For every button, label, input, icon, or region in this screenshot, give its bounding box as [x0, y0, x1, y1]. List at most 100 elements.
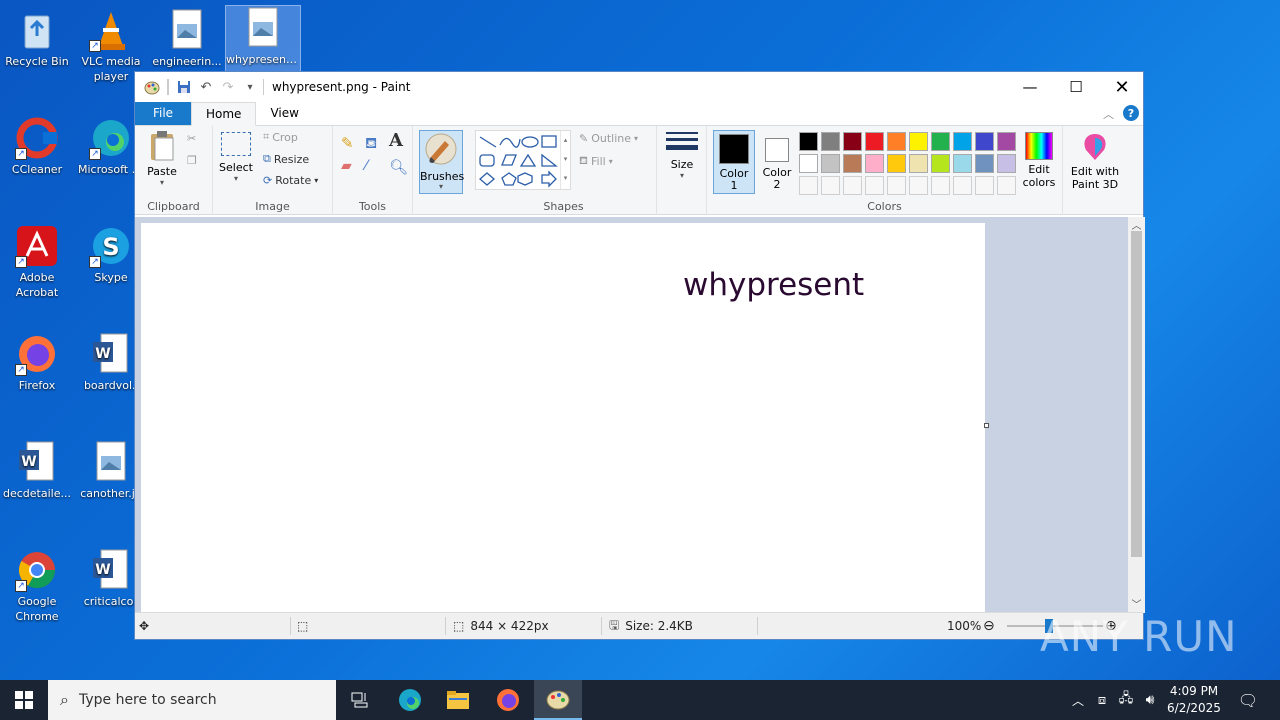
resize-button[interactable]: ⧉ Resize — [263, 152, 309, 166]
palette-swatch[interactable] — [887, 154, 906, 173]
palette-swatch[interactable] — [843, 132, 862, 151]
palette-swatch[interactable] — [799, 154, 818, 173]
tab-home[interactable]: Home — [191, 102, 257, 126]
palette-swatch[interactable] — [865, 154, 884, 173]
custom-color-slot[interactable] — [821, 176, 840, 195]
taskbar-search-box[interactable]: ⌕ Type here to search — [48, 680, 336, 720]
vertical-scrollbar[interactable]: ︿ ﹀ — [1128, 217, 1145, 613]
scroll-down-arrow-icon[interactable]: ﹀ — [1128, 596, 1145, 611]
palette-swatch[interactable] — [909, 132, 928, 151]
customize-quick-access-icon[interactable]: ▾ — [239, 76, 261, 98]
custom-color-slot[interactable] — [997, 176, 1016, 195]
brushes-button[interactable]: Brushes ▾ — [419, 130, 464, 194]
desktop-icon-decdetailed[interactable]: W decdetaile... — [0, 440, 74, 501]
show-hidden-icons-icon[interactable]: ︿ — [1066, 680, 1090, 720]
palette-swatch[interactable] — [931, 154, 950, 173]
custom-color-slot[interactable] — [931, 176, 950, 195]
scroll-thumb[interactable] — [1131, 231, 1142, 557]
tab-view[interactable]: View — [256, 101, 312, 125]
eraser-icon[interactable]: ▰ — [341, 158, 352, 174]
palette-swatch[interactable] — [953, 154, 972, 173]
tab-file[interactable]: File — [135, 101, 191, 125]
fill-bucket-icon[interactable]: ⛾ — [365, 134, 377, 154]
canvas-area: whypresent — [135, 217, 1128, 613]
network-icon[interactable]: 🖧︎ — [1114, 680, 1138, 720]
palette-swatch[interactable] — [997, 154, 1016, 173]
custom-color-slot[interactable] — [799, 176, 818, 195]
palette-swatch[interactable] — [975, 132, 994, 151]
custom-color-slot[interactable] — [975, 176, 994, 195]
canvas-resize-handle[interactable] — [984, 423, 989, 428]
volume-icon[interactable]: 🔊︎ — [1138, 680, 1162, 720]
minimize-button[interactable]: — — [1007, 72, 1053, 102]
paint-app-icon[interactable] — [141, 76, 163, 98]
drawing-canvas[interactable]: whypresent — [141, 223, 985, 613]
shapes-gallery[interactable]: ▴ ▾ ▾ — [475, 130, 571, 190]
scroll-up-arrow-icon[interactable]: ︿ — [1128, 217, 1145, 232]
palette-swatch[interactable] — [997, 132, 1016, 151]
undo-icon[interactable]: ↶ — [195, 76, 217, 98]
text-tool-icon[interactable]: A — [389, 130, 403, 151]
crop-button[interactable]: ⌗ Crop — [263, 130, 298, 144]
custom-color-slot[interactable] — [909, 176, 928, 195]
palette-swatch[interactable] — [909, 154, 928, 173]
firefox-taskbar-icon[interactable] — [484, 680, 532, 720]
image-file-icon — [241, 6, 285, 50]
edit-colors-button[interactable]: Edit colors — [1019, 132, 1059, 189]
palette-swatch[interactable] — [975, 154, 994, 173]
fill-button[interactable]: ⛾ Fill ▾ — [579, 154, 613, 169]
desktop-icon-adobe-acrobat[interactable]: ↗ Adobe Acrobat — [0, 224, 74, 300]
custom-color-slot[interactable] — [865, 176, 884, 195]
edit-with-paint3d-button[interactable]: Edit with Paint 3D — [1067, 132, 1123, 191]
pencil-icon[interactable]: ✎ — [341, 134, 354, 152]
desktop-icon-recycle-bin[interactable]: Recycle Bin — [0, 8, 74, 69]
palette-swatch[interactable] — [821, 154, 840, 173]
palette-swatch[interactable] — [931, 132, 950, 151]
paint-taskbar-icon[interactable] — [534, 680, 582, 720]
desktop-icon-ccleaner[interactable]: ↗ CCleaner — [0, 116, 74, 177]
paste-button[interactable]: Paste ▾ — [143, 130, 181, 190]
select-button[interactable]: Select ▾ — [219, 132, 253, 183]
palette-swatch[interactable] — [865, 132, 884, 151]
start-button[interactable] — [0, 680, 48, 720]
file-explorer-icon[interactable] — [434, 680, 482, 720]
device-icon[interactable]: ⧈ — [1090, 680, 1114, 720]
clock[interactable]: 4:09 PM 6/2/2025 — [1164, 683, 1224, 717]
close-button[interactable]: ✕ — [1099, 72, 1145, 102]
edge-taskbar-icon[interactable] — [386, 680, 434, 720]
redo-icon[interactable]: ↷ — [217, 76, 239, 98]
desktop-icon-engineering-image[interactable]: engineerin... — [150, 8, 224, 69]
size-button[interactable]: Size ▾ — [663, 132, 701, 180]
collapse-ribbon-icon[interactable]: ︿ — [1103, 103, 1123, 125]
rotate-button[interactable]: ⟳ Rotate ▾ — [263, 174, 318, 187]
help-icon[interactable]: ? — [1123, 105, 1139, 121]
zoom-out-icon[interactable]: ⊖ — [983, 613, 995, 639]
notifications-icon[interactable]: 🗨︎ — [1226, 680, 1270, 720]
copy-icon[interactable]: ❐ — [187, 154, 197, 167]
dimensions-icon: ⬚ — [453, 619, 465, 633]
palette-swatch[interactable] — [953, 132, 972, 151]
cursor-position-icon: ✥ — [139, 619, 150, 633]
save-icon[interactable] — [173, 76, 195, 98]
cut-icon[interactable]: ✂ — [187, 132, 196, 145]
magnifier-icon[interactable]: 🔍︎ — [389, 158, 408, 176]
zoom-level: 100% — [947, 619, 982, 633]
color-picker-icon[interactable]: ⁄ — [365, 158, 367, 174]
palette-swatch[interactable] — [821, 132, 840, 151]
task-view-icon[interactable] — [336, 680, 384, 720]
color2-button[interactable]: Color 2 — [757, 130, 797, 194]
palette-swatch[interactable] — [799, 132, 818, 151]
maximize-button[interactable]: ☐ — [1053, 72, 1099, 102]
color1-button[interactable]: Color 1 — [713, 130, 755, 194]
vlc-cone-icon: ↗ — [89, 8, 133, 52]
palette-swatch[interactable] — [887, 132, 906, 151]
desktop-icon-chrome[interactable]: ↗ Google Chrome — [0, 548, 74, 624]
outline-button[interactable]: ✎ Outline ▾ — [579, 132, 638, 145]
desktop-icon-firefox[interactable]: ↗ Firefox — [0, 332, 74, 393]
custom-color-slot[interactable] — [887, 176, 906, 195]
file-size: 🖫 Size: 2.4KB — [609, 613, 693, 639]
custom-color-slot[interactable] — [843, 176, 862, 195]
desktop-icon-whypresent-image[interactable]: whypresent... — [225, 5, 301, 73]
palette-swatch[interactable] — [843, 154, 862, 173]
custom-color-slot[interactable] — [953, 176, 972, 195]
